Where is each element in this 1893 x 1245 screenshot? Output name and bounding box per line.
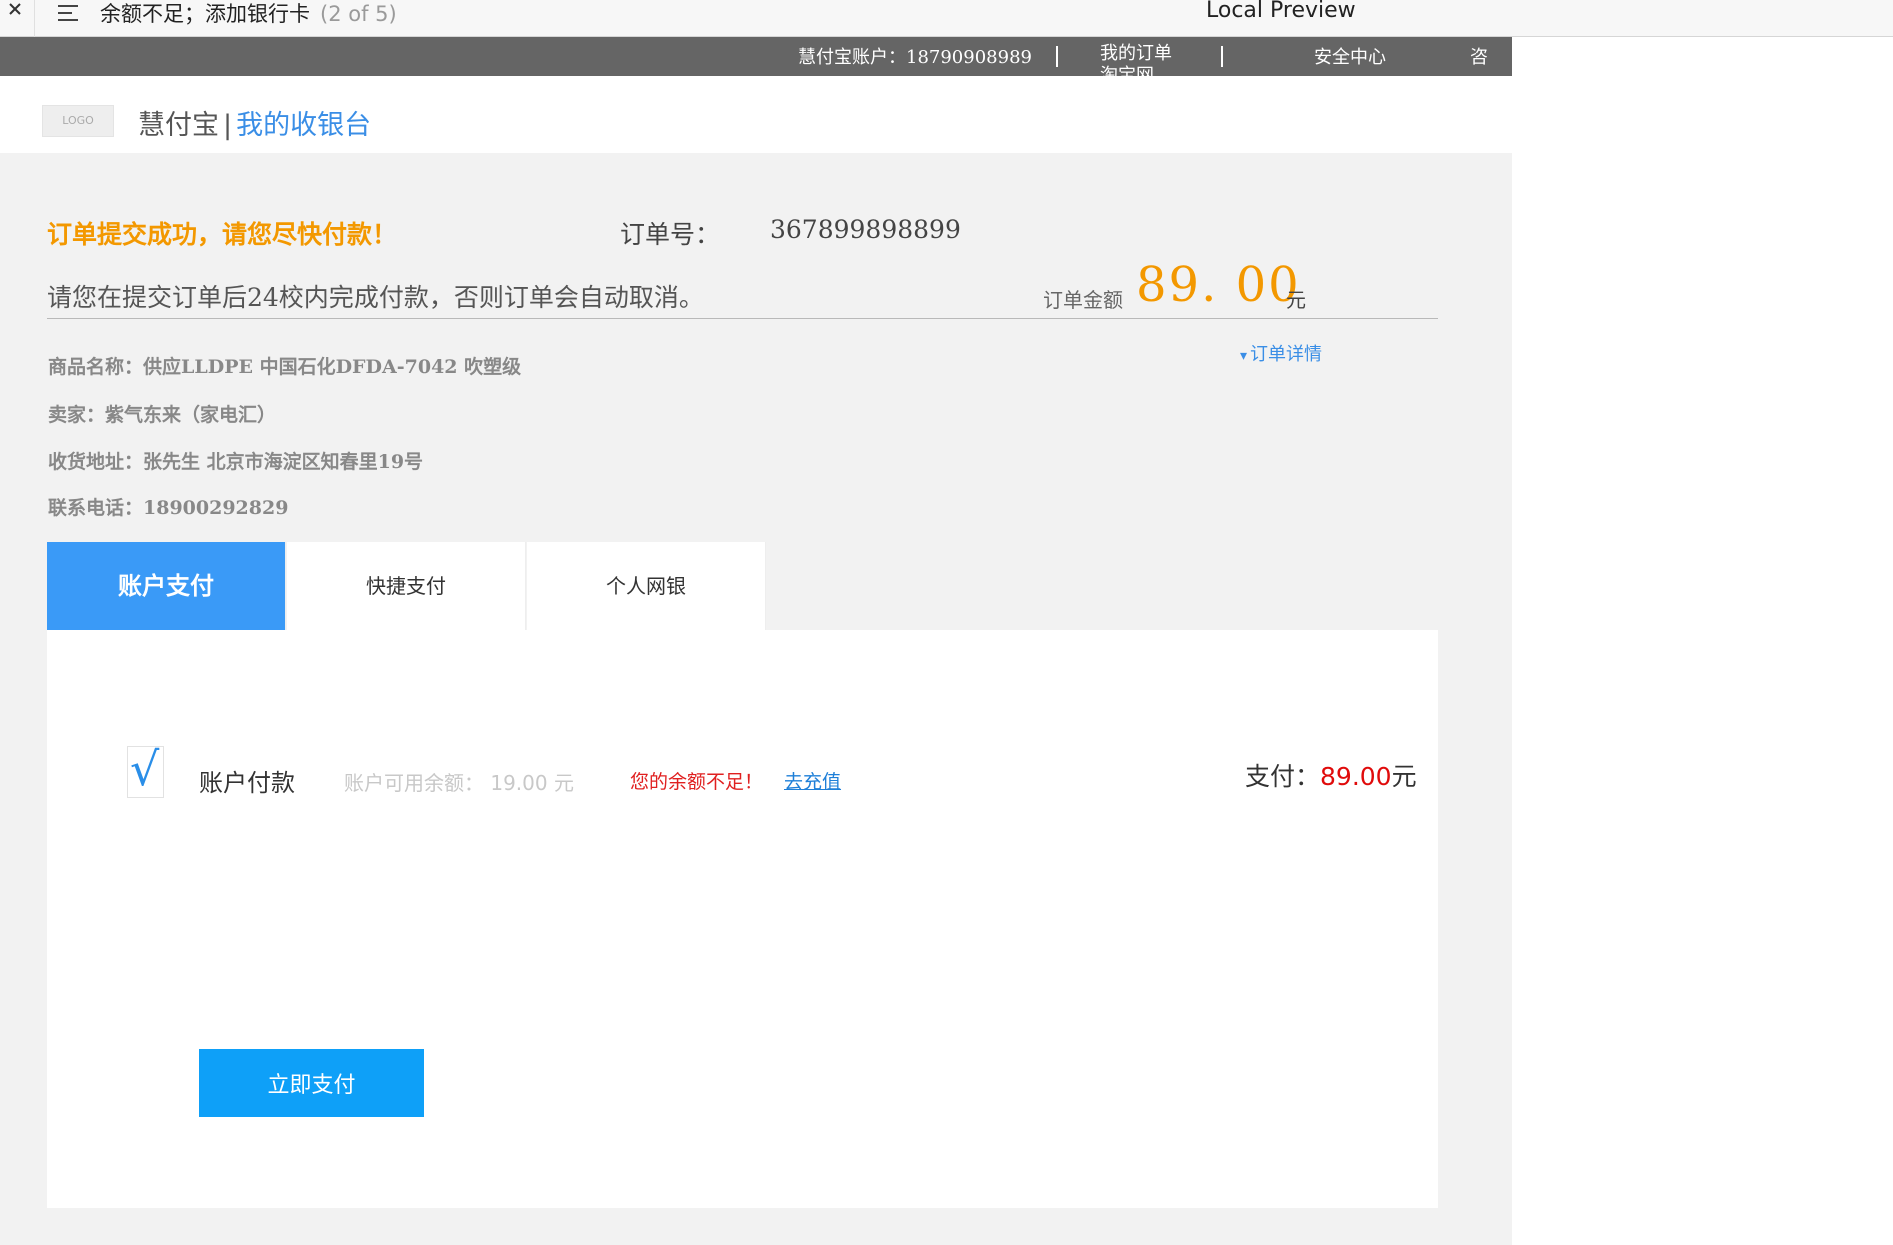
my-orders-link[interactable]: 我的订单 淘宝网 xyxy=(1100,43,1190,76)
check-icon: √ xyxy=(130,742,160,796)
tab-quick-pay[interactable]: 快捷支付 xyxy=(287,542,526,630)
security-center-link[interactable]: 安全中心 xyxy=(1314,43,1386,69)
order-success-message: 订单提交成功，请您尽快付款！ xyxy=(47,220,398,249)
pay-now-button[interactable]: 立即支付 xyxy=(199,1049,424,1117)
top-nav-bar: 慧付宝账户：18790908989 我的订单 淘宝网 安全中心 咨 xyxy=(0,37,1512,76)
brand-separator: | xyxy=(223,110,233,141)
expand-arrow-icon: ▾ xyxy=(1240,348,1248,364)
pay-label: 支付： xyxy=(1245,762,1321,791)
close-icon[interactable] xyxy=(4,0,26,24)
seller-name: 卖家：紫气东来（家电汇） xyxy=(48,404,277,426)
insufficient-balance-warning: 您的余额不足！ xyxy=(630,771,764,793)
app-title: Local Preview xyxy=(1206,0,1356,23)
order-detail-link[interactable]: ▾ 订单详情 xyxy=(1240,340,1322,366)
document-name: 余额不足；添加银行卡 xyxy=(100,2,310,26)
order-divider xyxy=(47,318,1438,319)
contact-phone: 联系电话：18900292829 xyxy=(48,497,289,519)
payment-panel: √ 账户付款 账户可用余额： 19.00 元 您的余额不足！ 去充值 支付：89… xyxy=(47,630,1438,1208)
brand-name: 慧付宝 xyxy=(138,110,219,141)
account-pay-checkbox[interactable]: √ xyxy=(127,742,164,798)
order-number-label: 订单号： xyxy=(620,220,721,249)
nav-separator xyxy=(1056,46,1058,67)
product-name: 商品名称：供应LLDPE 中国石化DFDA-7042 吹塑级 xyxy=(48,356,522,378)
consult-link[interactable]: 咨 xyxy=(1470,43,1488,69)
payment-summary: 支付：89.00元 xyxy=(1245,757,1417,793)
recharge-link[interactable]: 去充值 xyxy=(784,767,841,794)
payment-method-label: 账户付款 xyxy=(199,769,295,797)
my-orders-overflow: 淘宝网 xyxy=(1100,65,1154,76)
account-info: 慧付宝账户：18790908989 xyxy=(798,47,1032,68)
available-balance: 账户可用余额： 19.00 元 xyxy=(344,771,574,795)
document-title: 余额不足；添加银行卡 (2 of 5) xyxy=(100,0,397,28)
logo: LOGO xyxy=(42,105,114,137)
brand-title: 慧付宝 | 我的收银台 xyxy=(138,103,371,142)
shipping-address: 收货地址：张先生 北京市海淀区知春里19号 xyxy=(48,451,424,473)
sidebar-menu-icon[interactable] xyxy=(56,3,80,23)
logo-text: LOGO xyxy=(62,114,94,127)
tab-online-banking[interactable]: 个人网银 xyxy=(527,542,766,630)
my-orders-label: 我的订单 xyxy=(1100,43,1172,64)
order-amount-label: 订单金额 xyxy=(1043,288,1123,312)
cashier-page: 慧付宝账户：18790908989 我的订单 淘宝网 安全中心 咨 LOGO 慧付… xyxy=(0,37,1512,1245)
order-number: 367899898899 xyxy=(770,215,961,244)
preview-titlebar: 余额不足；添加银行卡 (2 of 5) Local Preview xyxy=(0,0,1893,37)
order-detail-label: 订单详情 xyxy=(1250,344,1322,365)
titlebar-divider xyxy=(34,0,35,37)
document-counter: (2 of 5) xyxy=(320,2,397,26)
nav-separator xyxy=(1221,46,1223,67)
order-amount-unit: 元 xyxy=(1286,288,1306,312)
order-amount: 89. 00 xyxy=(1136,257,1301,313)
cashier-title: 我的收银台 xyxy=(236,110,372,141)
payment-deadline-notice: 请您在提交订单后24校内完成付款，否则订单会自动取消。 xyxy=(47,283,704,312)
pay-unit: 元 xyxy=(1391,762,1417,791)
tab-account-pay[interactable]: 账户支付 xyxy=(47,542,286,630)
pay-amount: 89.00 xyxy=(1320,762,1392,791)
site-header: LOGO 慧付宝 | 我的收银台 xyxy=(0,76,1512,153)
